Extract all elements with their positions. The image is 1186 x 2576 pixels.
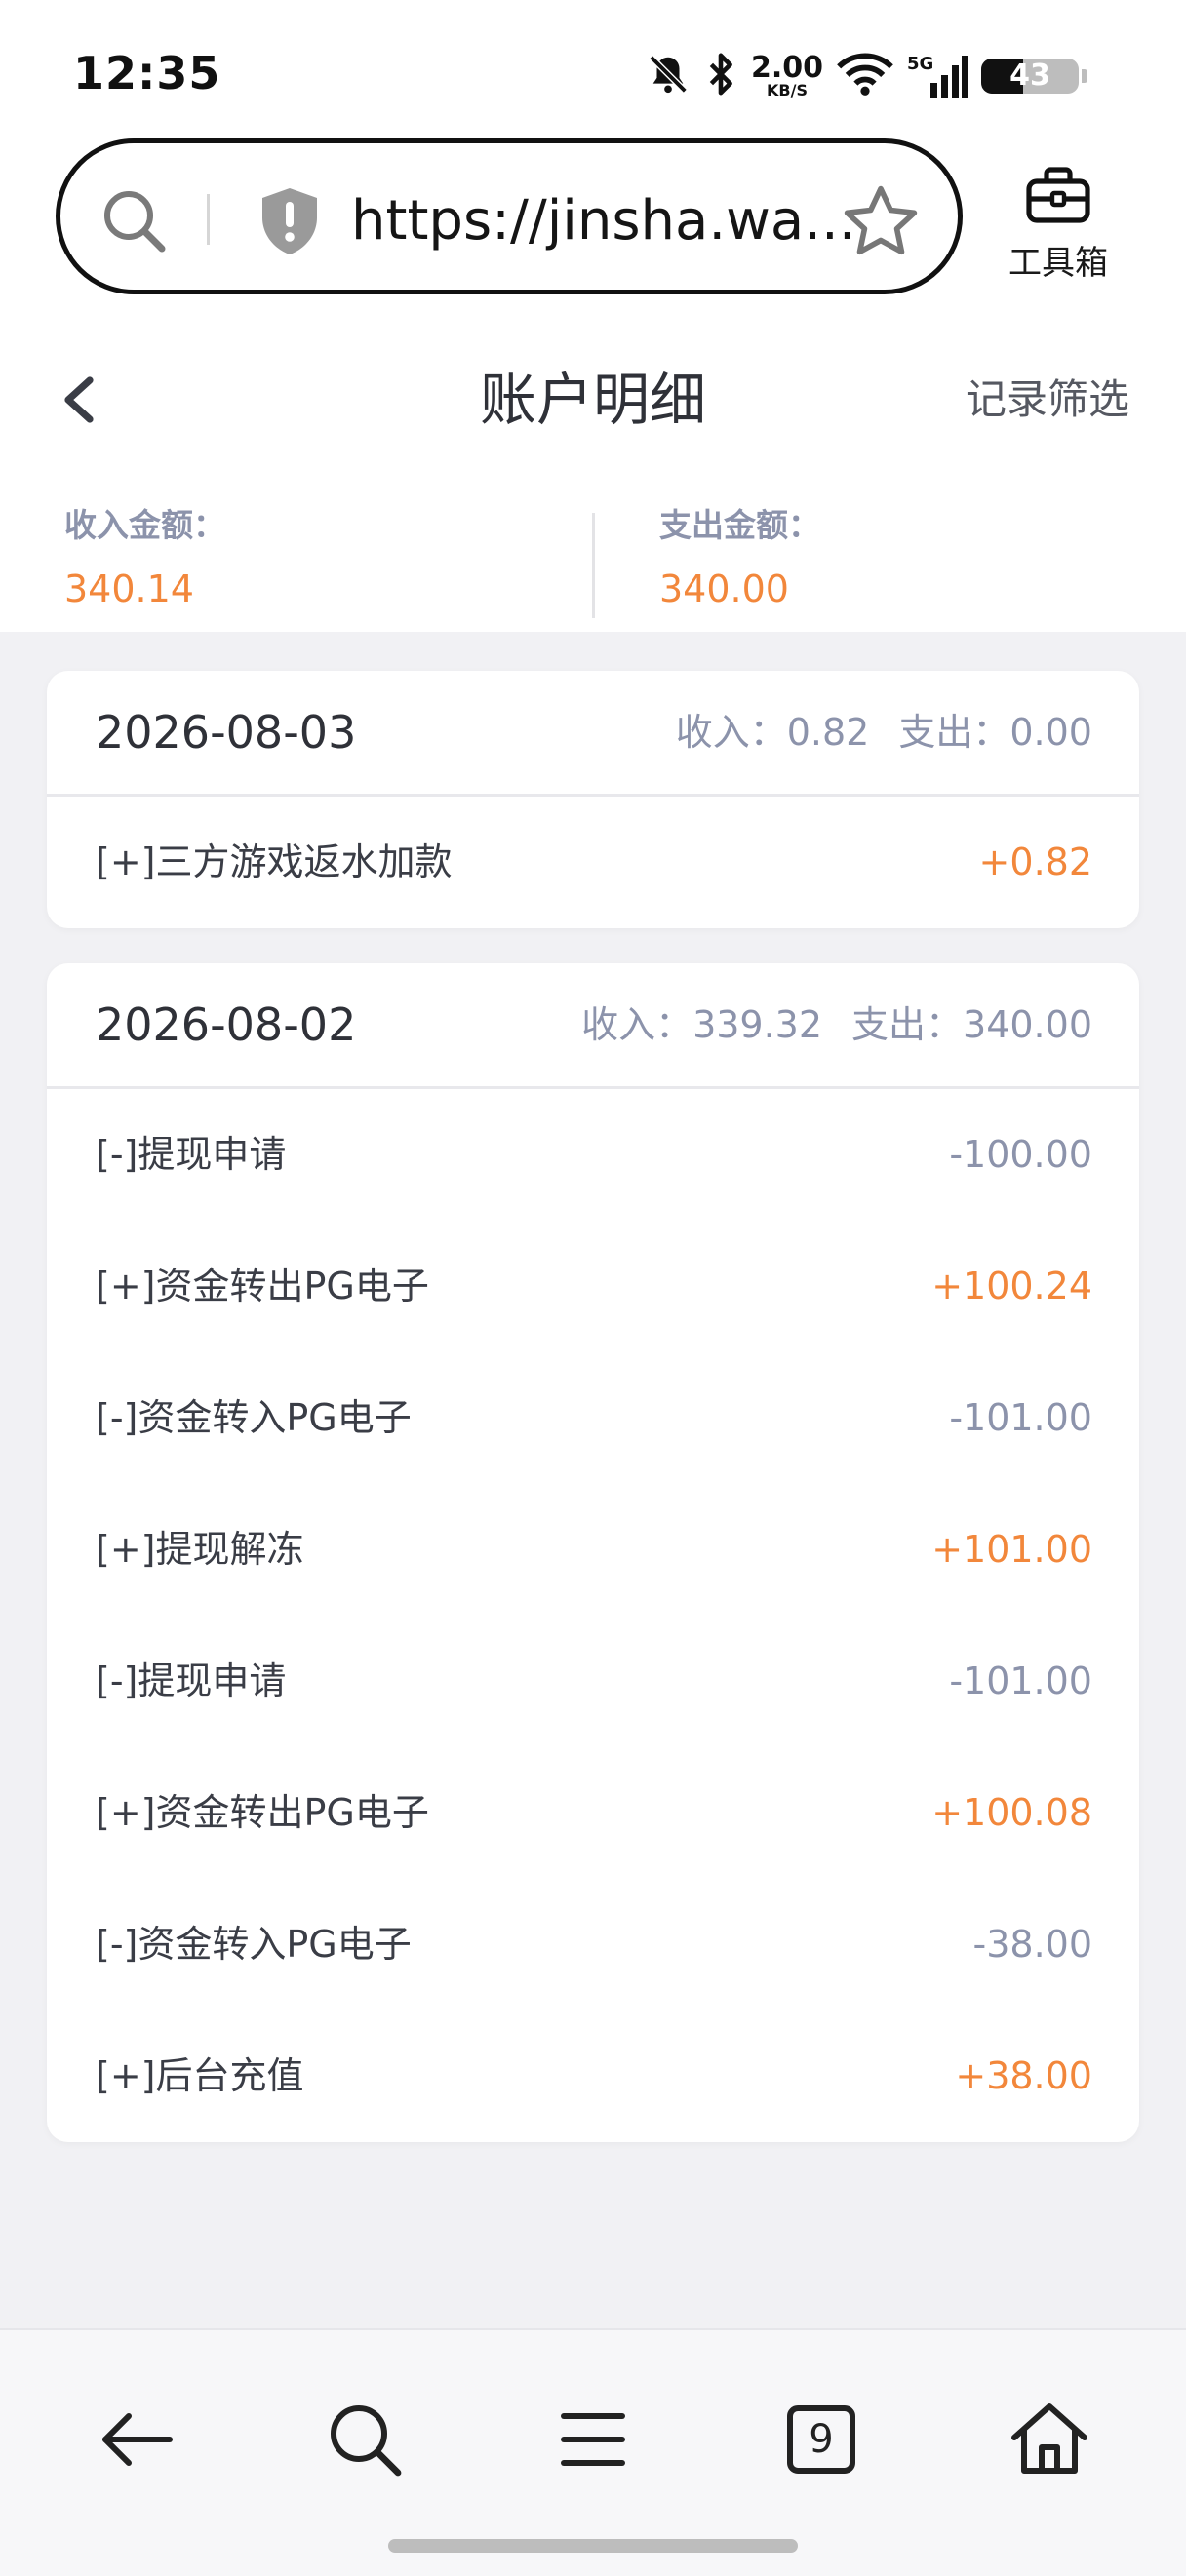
day-totals: 收入：0.82 支出：0.00	[676, 671, 1092, 794]
battery-icon: 43	[981, 55, 1088, 98]
record-amount: -38.00	[972, 1923, 1093, 1966]
record-amount: -101.00	[949, 1396, 1092, 1439]
income-summary: 收入金额： 340.14	[64, 499, 225, 616]
day-income: 收入：339.32	[581, 1003, 823, 1046]
toolbox-label: 工具箱	[1008, 244, 1108, 283]
net-speed: 2.00 KB/S	[750, 51, 823, 99]
record-label: [+]资金转出PG电子	[96, 1265, 429, 1308]
menu-icon[interactable]	[544, 2391, 642, 2488]
toolbox-icon	[1026, 167, 1090, 223]
income-value: 340.14	[64, 567, 194, 610]
chevron-left-icon[interactable]	[43, 363, 117, 437]
record-amount: +100.24	[931, 1265, 1092, 1308]
day-card-header: 2026-08-03 收入：0.82 支出：0.00	[47, 671, 1139, 797]
day-date: 2026-08-02	[96, 998, 357, 1051]
record-label: [+]三方游戏返水加款	[96, 840, 453, 883]
status-bar: 12:35 2.00 KB/S 5G 43	[0, 0, 1186, 137]
day-card-header: 2026-08-02 收入：339.32 支出：340.00	[47, 963, 1139, 1089]
record-label: [-]资金转入PG电子	[96, 1396, 412, 1439]
record-label: [-]提现申请	[96, 1659, 287, 1702]
record-label: [-]提现申请	[96, 1133, 287, 1176]
search-icon[interactable]	[96, 182, 174, 260]
mute-bell-icon	[646, 52, 691, 100]
record-amount: +101.00	[931, 1528, 1092, 1571]
star-icon[interactable]	[839, 180, 923, 264]
search-icon[interactable]	[316, 2391, 414, 2488]
record-row[interactable]: [+]资金转出PG电子 +100.08	[47, 1747, 1139, 1879]
day-totals: 收入：339.32 支出：340.00	[581, 963, 1092, 1086]
record-amount: +0.82	[978, 840, 1092, 883]
record-row[interactable]: [+]后台充值 +38.00	[47, 2010, 1139, 2142]
record-label: [-]资金转入PG电子	[96, 1923, 412, 1966]
record-row[interactable]: [+]提现解冻 +101.00	[47, 1484, 1139, 1616]
record-amount: +100.08	[931, 1791, 1092, 1834]
day-date: 2026-08-03	[96, 706, 357, 759]
signal-icon: 5G	[907, 54, 968, 98]
bluetooth-icon	[704, 52, 737, 100]
record-row[interactable]: [+]资金转出PG电子 +100.24	[47, 1221, 1139, 1352]
record-amount: -100.00	[949, 1133, 1092, 1176]
url-divider	[207, 194, 210, 245]
home-icon[interactable]	[1001, 2391, 1098, 2488]
shield-alert-icon[interactable]	[251, 182, 329, 260]
expense-summary: 支出金额： 340.00	[659, 499, 820, 616]
tab-count: 9	[809, 2417, 834, 2462]
income-label: 收入金额：	[64, 506, 225, 544]
summary-divider	[592, 513, 595, 618]
record-label: [+]后台充值	[96, 2054, 304, 2097]
expense-label: 支出金额：	[659, 506, 820, 544]
summary-bar: 收入金额： 340.14 支出金额： 340.00	[0, 499, 1186, 618]
url-text[interactable]: https://jinsha.wa...	[351, 182, 858, 260]
record-row[interactable]: [+]三方游戏返水加款 +0.82	[47, 797, 1139, 928]
tabs-icon[interactable]: 9	[772, 2391, 870, 2488]
status-icons: 2.00 KB/S 5G 43	[646, 51, 1088, 101]
day-card: 2026-08-03 收入：0.82 支出：0.00 [+]三方游戏返水加款 +0…	[47, 671, 1139, 928]
record-row[interactable]: [-]提现申请 -101.00	[47, 1616, 1139, 1747]
record-label: [+]提现解冻	[96, 1528, 304, 1571]
toolbox-button[interactable]: 工具箱	[990, 164, 1127, 283]
record-row[interactable]: [-]资金转入PG电子 -101.00	[47, 1352, 1139, 1484]
filter-button[interactable]: 记录筛选	[966, 341, 1129, 458]
status-time: 12:35	[73, 47, 221, 99]
arrow-left-icon[interactable]	[88, 2391, 185, 2488]
day-card: 2026-08-02 收入：339.32 支出：340.00 [-]提现申请 -1…	[47, 963, 1139, 2142]
record-amount: -101.00	[949, 1659, 1092, 1702]
expense-value: 340.00	[659, 567, 789, 610]
home-indicator[interactable]	[388, 2539, 798, 2553]
page-header: 账户明细 记录筛选	[0, 341, 1186, 458]
day-expense: 支出：0.00	[898, 711, 1092, 754]
record-row[interactable]: [-]提现申请 -100.00	[47, 1089, 1139, 1221]
record-amount: +38.00	[955, 2054, 1092, 2097]
record-row[interactable]: [-]资金转入PG电子 -38.00	[47, 1879, 1139, 2010]
day-income: 收入：0.82	[675, 711, 870, 754]
record-label: [+]资金转出PG电子	[96, 1791, 429, 1834]
url-bar[interactable]: https://jinsha.wa...	[56, 138, 963, 294]
day-expense: 支出：340.00	[851, 1003, 1092, 1046]
wifi-icon	[837, 52, 893, 100]
